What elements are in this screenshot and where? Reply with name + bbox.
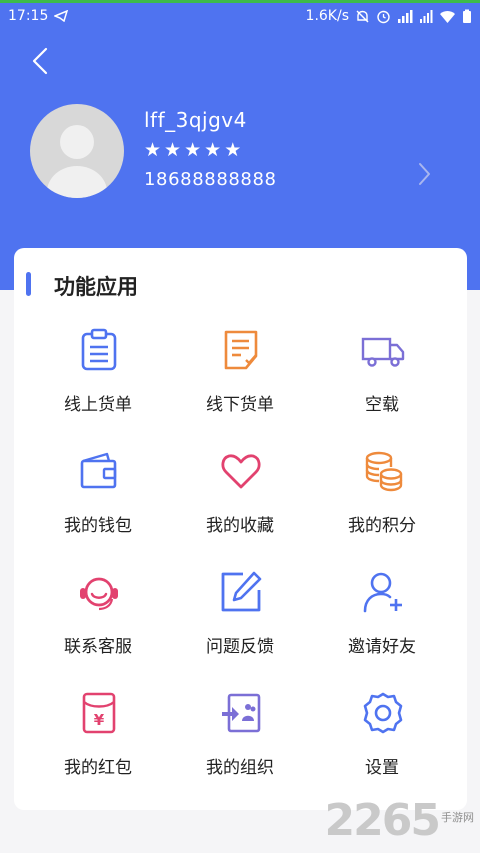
star-icon: ★ xyxy=(224,139,242,161)
edit-icon xyxy=(221,571,262,612)
grid-item-label: 问题反馈 xyxy=(206,637,274,657)
grid-item-feedback[interactable]: 问题反馈 xyxy=(169,550,311,670)
grid-item-label: 我的红包 xyxy=(64,758,132,778)
grid-item-label: 我的组织 xyxy=(206,758,274,778)
watermark-logo: 2265 手游网 xyxy=(325,799,474,843)
grid-item-label: 我的收藏 xyxy=(206,516,274,536)
alarm-icon xyxy=(377,10,390,23)
star-icon: ★ xyxy=(184,139,202,161)
wifi-icon xyxy=(440,10,455,23)
network-speed: 1.6K/s xyxy=(305,8,349,24)
chevron-right-icon[interactable] xyxy=(414,160,434,188)
grid-item-organization[interactable]: 我的组织 xyxy=(169,671,311,791)
grid-item-label: 空载 xyxy=(365,395,399,415)
grid-item-label: 我的积分 xyxy=(348,516,416,536)
grid-item-settings[interactable]: 设置 xyxy=(311,671,453,791)
coins-icon xyxy=(365,451,403,492)
headset-icon xyxy=(80,577,118,611)
grid-item-label: 设置 xyxy=(365,758,399,778)
back-button[interactable] xyxy=(26,44,56,78)
red-envelope-icon: ¥ xyxy=(82,692,116,734)
grid-item-red-envelope[interactable]: ¥ 我的红包 xyxy=(27,671,169,791)
grid-item-invite-friends[interactable]: 邀请好友 xyxy=(311,550,453,670)
signal-icon xyxy=(420,9,433,23)
mute-icon xyxy=(356,10,369,22)
settings-gear-icon xyxy=(363,692,403,734)
heart-icon xyxy=(221,454,261,489)
telegram-icon xyxy=(54,10,68,22)
wallet-icon xyxy=(80,452,117,489)
document-check-icon xyxy=(224,330,258,370)
grid-item-label: 线下货单 xyxy=(206,395,274,415)
grid-item-offline-order[interactable]: 线下货单 xyxy=(169,308,311,428)
grid-item-empty-load[interactable]: 空载 xyxy=(311,308,453,428)
star-rating: ★ ★ ★ ★ ★ xyxy=(144,140,241,160)
watermark-text: 手游网 xyxy=(441,811,474,824)
function-panel: 功能应用 线上货单 线下货单 空载 我的钱包 我的收藏 我的积分 联系客服 问题… xyxy=(14,248,467,810)
svg-text:¥: ¥ xyxy=(94,711,105,729)
status-bar: 17:15 1.6K/s xyxy=(0,3,480,31)
username: lff_3qjgv4 xyxy=(144,108,247,132)
phone-number: 18688888888 xyxy=(144,169,277,190)
star-icon: ★ xyxy=(164,139,182,161)
battery-icon xyxy=(463,9,471,23)
organization-icon xyxy=(222,693,261,733)
grid-item-label: 邀请好友 xyxy=(348,637,416,657)
grid-item-customer-service[interactable]: 联系客服 xyxy=(27,550,169,670)
hd-signal-icon xyxy=(398,9,413,23)
clipboard-list-icon xyxy=(81,328,117,371)
avatar[interactable] xyxy=(30,104,124,198)
status-right-group: 1.6K/s xyxy=(306,8,472,24)
grid-item-label: 联系客服 xyxy=(64,637,132,657)
title-accent-bar xyxy=(26,272,31,296)
watermark-number: 2265 xyxy=(324,795,441,846)
default-avatar-icon xyxy=(47,125,107,198)
grid-item-label: 我的钱包 xyxy=(64,516,132,536)
add-user-icon xyxy=(363,572,402,613)
grid-item-online-order[interactable]: 线上货单 xyxy=(27,308,169,428)
star-icon: ★ xyxy=(204,139,222,161)
grid-item-label: 线上货单 xyxy=(64,395,132,415)
status-time: 17:15 xyxy=(8,8,49,24)
grid-item-points[interactable]: 我的积分 xyxy=(311,429,453,549)
star-icon: ★ xyxy=(144,139,162,161)
truck-icon xyxy=(361,337,405,367)
grid-item-favorites[interactable]: 我的收藏 xyxy=(169,429,311,549)
panel-title: 功能应用 xyxy=(54,275,138,299)
grid-item-wallet[interactable]: 我的钱包 xyxy=(27,429,169,549)
